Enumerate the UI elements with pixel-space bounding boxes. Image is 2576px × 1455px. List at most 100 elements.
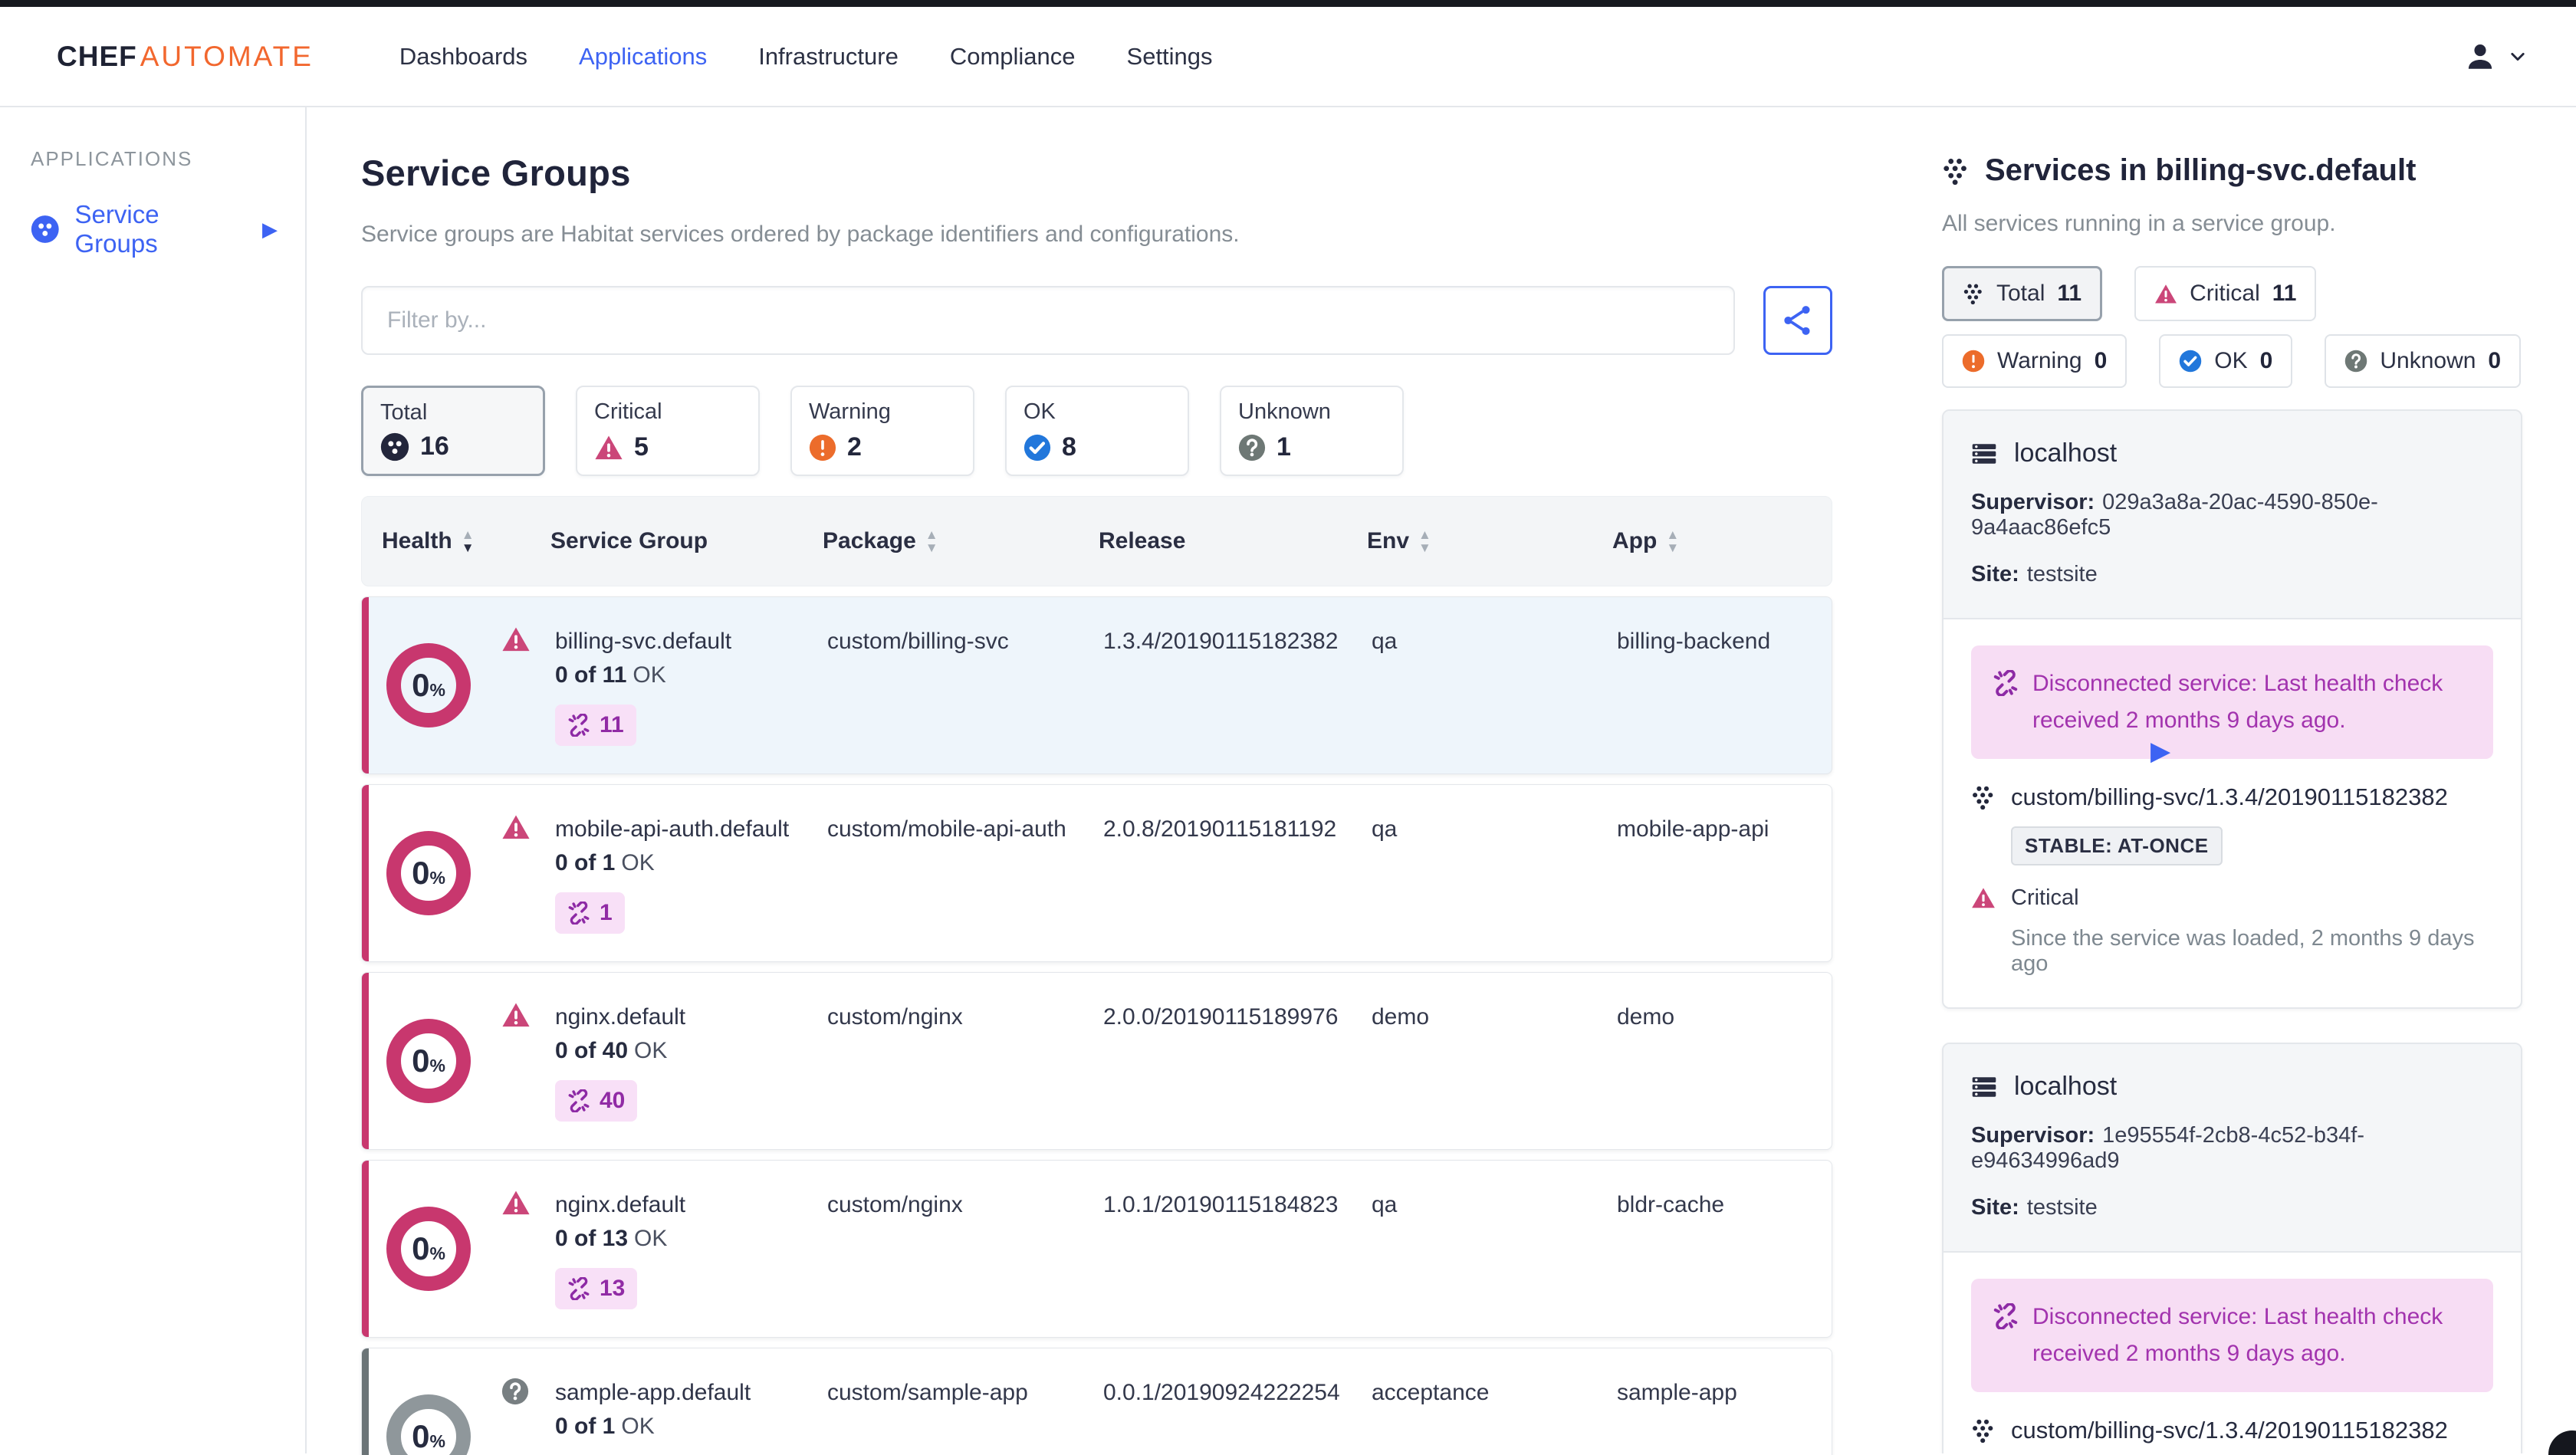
health-donut: 0%	[386, 831, 471, 915]
sort-icon[interactable]: ▲ ▼	[1418, 528, 1431, 554]
service-card-header: localhost Supervisor: 029a3a8a-20ac-4590-…	[1944, 411, 2521, 619]
release-cell: 1.3.4/20190115182382	[1103, 629, 1339, 654]
app-cell: billing-backend	[1617, 629, 1771, 654]
status-card-unknown[interactable]: Unknown 1	[1220, 386, 1404, 476]
sort-icon[interactable]: ▲ ▼	[925, 528, 938, 554]
share-button[interactable]	[1763, 286, 1832, 355]
column-label: Package	[823, 528, 916, 553]
package-identifier: custom/billing-svc/1.3.4/20190115182382	[2011, 1417, 2448, 1444]
health-donut: 0%	[386, 643, 471, 728]
broken-link-icon	[567, 1277, 590, 1300]
unknown-question-icon	[1238, 434, 1266, 461]
health-status-line: Critical	[1971, 885, 2493, 911]
nav-compliance[interactable]: Compliance	[950, 43, 1076, 71]
critical-triangle-icon	[594, 435, 623, 461]
status-card-label: Total	[380, 400, 428, 425]
disconnected-badge: 13	[555, 1268, 638, 1309]
chip-total[interactable]: Total 11	[1942, 266, 2103, 321]
filter-input[interactable]	[361, 286, 1735, 355]
status-card-label: Warning	[809, 399, 891, 424]
release-cell: 2.0.0/20190115189976	[1103, 1004, 1339, 1030]
table-row[interactable]: 0% nginx.default 0 of 40 OK 40 custom/ngi…	[361, 972, 1832, 1150]
column-header-release[interactable]: Release	[1099, 528, 1367, 554]
column-header-service-group[interactable]: Service Group	[550, 528, 823, 554]
site-line: Site: testsite	[1971, 562, 2098, 586]
critical-triangle-icon	[501, 626, 531, 652]
chef-automate-logo[interactable]: CHEF AUTOMATE	[57, 41, 314, 73]
page-description: Service groups are Habitat services orde…	[361, 222, 1240, 247]
sidebar-item-service-groups[interactable]: Service Groups ▶	[31, 200, 305, 258]
chip-label: Total	[1996, 281, 2045, 306]
table-row[interactable]: 0% mobile-api-auth.default 0 of 1 OK 1 cu…	[361, 784, 1832, 962]
table-row[interactable]: 0% billing-svc.default 0 of 11 OK 11 cust…	[361, 596, 1832, 774]
package-cell: custom/sample-app	[827, 1380, 1028, 1405]
panel-title: Services in billing-svc.default	[1942, 153, 2522, 188]
service-group-name: mobile-api-auth.default	[555, 816, 790, 842]
ok-count: 0 of 40 OK	[555, 1038, 668, 1063]
table-row[interactable]: 0% nginx.default 0 of 13 OK 13 custom/ngi…	[361, 1160, 1832, 1338]
host-name: localhost	[2014, 1072, 2118, 1101]
chip-critical[interactable]: Critical 11	[2134, 266, 2317, 321]
chip-label: Unknown	[2380, 348, 2476, 373]
nav-applications[interactable]: Applications	[579, 43, 707, 71]
habitat-icon	[31, 215, 60, 244]
package-cell: custom/billing-svc	[827, 629, 1009, 654]
chip-unknown[interactable]: Unknown 0	[2325, 334, 2522, 388]
broken-link-icon	[1993, 670, 2019, 696]
selected-row-caret-icon[interactable]: ▶	[2150, 736, 2170, 767]
status-card-total[interactable]: Total 16	[361, 386, 545, 476]
user-menu[interactable]	[2464, 41, 2527, 73]
service-card[interactable]: localhost Supervisor: 1e95554f-2cb8-4c52-…	[1942, 1043, 2522, 1453]
sidebar-section-label: APPLICATIONS	[31, 147, 193, 170]
release-cell: 0.0.1/20190924222254	[1103, 1380, 1340, 1405]
services-dots-icon	[1971, 1418, 1996, 1443]
logo-chef: CHEF	[57, 40, 137, 72]
alert-text: Disconnected service: Last health check …	[2032, 671, 2443, 733]
package-line: custom/billing-svc/1.3.4/20190115182382	[1971, 783, 2493, 811]
service-cards: localhost Supervisor: 029a3a8a-20ac-4590-…	[1942, 409, 2522, 1453]
panel-status-chips: Total 11 Critical 11 Warning 0 OK 0 Unkn…	[1942, 266, 2522, 388]
release-cell: 1.0.1/20190115184823	[1103, 1192, 1339, 1217]
column-header-health[interactable]: Health ▲ ▼	[382, 528, 550, 554]
logo-automate: AUTOMATE	[140, 40, 314, 72]
server-icon	[1971, 1074, 1997, 1100]
status-card-warning[interactable]: Warning 2	[790, 386, 974, 476]
share-icon	[1782, 304, 1814, 337]
supervisor-line: Supervisor: 1e95554f-2cb8-4c52-b34f-e9463…	[1971, 1123, 2364, 1173]
nav-infrastructure[interactable]: Infrastructure	[758, 43, 899, 71]
nav-settings[interactable]: Settings	[1127, 43, 1213, 71]
chevron-down-icon	[2509, 48, 2527, 66]
column-header-package[interactable]: Package ▲ ▼	[823, 528, 1099, 554]
chip-count: 0	[2259, 348, 2273, 373]
column-header-env[interactable]: Env ▲ ▼	[1367, 528, 1612, 554]
sidebar: APPLICATIONS Service Groups ▶	[0, 107, 307, 1453]
health-donut: 0%	[386, 1019, 471, 1103]
chip-ok[interactable]: OK 0	[2159, 334, 2293, 388]
column-header-app[interactable]: App ▲ ▼	[1612, 528, 1832, 554]
package-line: custom/billing-svc/1.3.4/20190115182382	[1971, 1417, 2493, 1444]
service-card[interactable]: localhost Supervisor: 029a3a8a-20ac-4590-…	[1942, 409, 2522, 1009]
sidebar-item-label: Service Groups	[74, 200, 159, 258]
ok-count: 0 of 13 OK	[555, 1226, 668, 1251]
habitat-icon	[380, 432, 409, 461]
package-cell: custom/nginx	[827, 1004, 963, 1030]
health-donut: 0%	[386, 1394, 471, 1455]
services-dots-icon	[1971, 785, 1996, 810]
broken-link-icon	[567, 1089, 590, 1112]
status-card-ok[interactable]: OK 8	[1005, 386, 1189, 476]
status-card-critical[interactable]: Critical 5	[576, 386, 760, 476]
service-card-body: Disconnected service: Last health check …	[1944, 619, 2521, 1007]
table-row[interactable]: 0% sample-app.default 0 of 1OK 1 custom/…	[361, 1348, 1832, 1455]
sort-icon[interactable]: ▲ ▼	[462, 528, 475, 554]
env-cell: qa	[1372, 1192, 1398, 1217]
nav-dashboards[interactable]: Dashboards	[399, 43, 527, 71]
status-card-count: 2	[847, 432, 862, 461]
panel-title-text: Services in billing-svc.default	[1985, 153, 2417, 187]
chip-warning[interactable]: Warning 0	[1942, 334, 2128, 388]
server-icon	[1971, 441, 1997, 467]
site-line: Site: testsite	[1971, 1195, 2098, 1220]
status-card-count: 1	[1276, 432, 1291, 461]
sort-icon[interactable]: ▲ ▼	[1666, 528, 1679, 554]
service-group-rows: 0% billing-svc.default 0 of 11 OK 11 cust…	[361, 596, 1832, 1455]
package-cell: custom/nginx	[827, 1192, 963, 1217]
